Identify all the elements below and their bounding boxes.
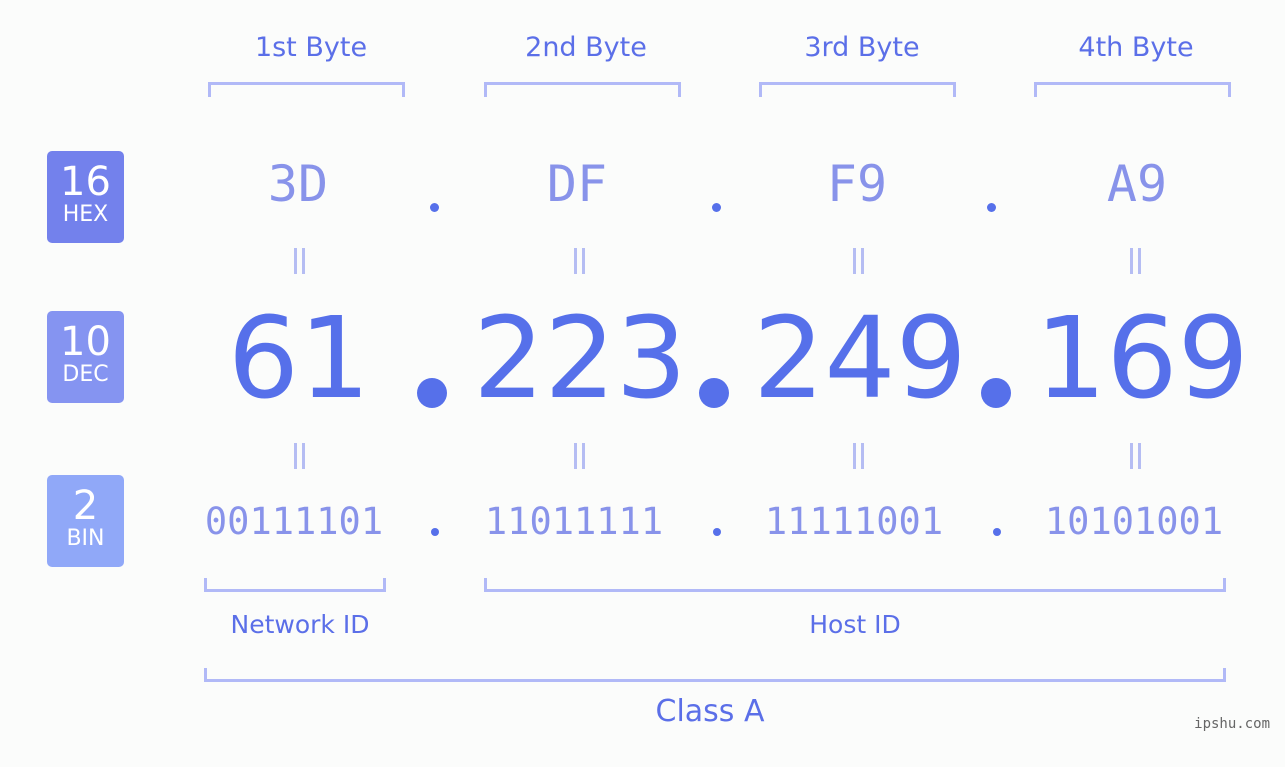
- class-bracket: [204, 668, 1226, 682]
- dec-value-1: 61: [227, 294, 371, 424]
- class-label: Class A: [655, 694, 765, 729]
- dec-value-4: 169: [1035, 294, 1249, 424]
- bin-separator-2: [713, 528, 721, 536]
- byte-bracket-1: [208, 82, 405, 97]
- network-id-bracket: [204, 578, 386, 592]
- byte-label-3: 3rd Byte: [804, 32, 920, 63]
- bin-badge: 2 BIN: [47, 475, 124, 567]
- byte-label-1: 1st Byte: [254, 32, 368, 63]
- watermark: ipshu.com: [1194, 716, 1270, 732]
- bin-value-4: 10101001: [1044, 500, 1224, 543]
- equals-icon: [1126, 443, 1146, 469]
- bin-separator-1: [431, 528, 439, 536]
- dec-value-2: 223: [473, 294, 687, 424]
- equals-icon: [290, 443, 310, 469]
- hex-badge-label: HEX: [62, 202, 109, 227]
- hex-badge-base: 16: [60, 159, 111, 205]
- equals-icon: [570, 248, 590, 274]
- dec-separator-3: [981, 378, 1011, 408]
- hex-value-1: 3D: [267, 155, 329, 213]
- byte-label-2: 2nd Byte: [525, 32, 647, 63]
- dec-separator-2: [699, 378, 729, 408]
- byte-label-4: 4th Byte: [1078, 32, 1194, 63]
- hex-value-3: F9: [826, 155, 888, 213]
- hex-separator-3: [987, 203, 996, 212]
- host-id-label: Host ID: [809, 610, 901, 639]
- equals-icon: [849, 248, 869, 274]
- bin-separator-3: [993, 528, 1001, 536]
- dec-badge-label: DEC: [62, 362, 109, 387]
- hex-separator-1: [430, 203, 439, 212]
- byte-bracket-4: [1034, 82, 1231, 97]
- bin-value-3: 11111001: [764, 500, 944, 543]
- bin-value-1: 00111101: [204, 500, 384, 543]
- hex-value-4: A9: [1106, 155, 1168, 213]
- equals-icon: [570, 443, 590, 469]
- equals-icon: [290, 248, 310, 274]
- bin-value-2: 11011111: [484, 500, 664, 543]
- equals-icon: [1126, 248, 1146, 274]
- equals-icon: [849, 443, 869, 469]
- dec-value-3: 249: [753, 294, 967, 424]
- bin-badge-base: 2: [72, 483, 99, 529]
- byte-bracket-3: [759, 82, 956, 97]
- host-id-bracket: [484, 578, 1226, 592]
- dec-separator-1: [417, 378, 447, 408]
- dec-badge-base: 10: [60, 319, 111, 365]
- bin-badge-label: BIN: [66, 526, 105, 551]
- hex-badge: 16 HEX: [47, 151, 124, 243]
- hex-value-2: DF: [546, 155, 608, 213]
- network-id-label: Network ID: [230, 610, 370, 639]
- dec-badge: 10 DEC: [47, 311, 124, 403]
- hex-separator-2: [712, 203, 721, 212]
- byte-bracket-2: [484, 82, 681, 97]
